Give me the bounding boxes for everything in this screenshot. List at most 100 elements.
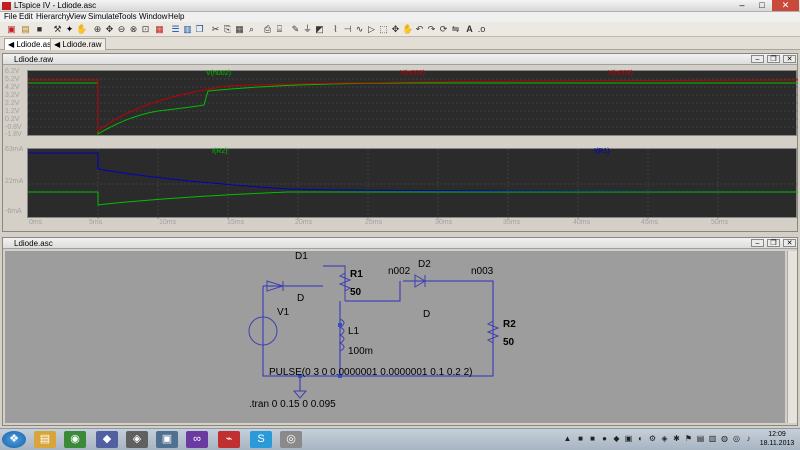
file-explorer-icon[interactable]: ▤	[34, 431, 56, 448]
app-icon[interactable]: ▣	[156, 431, 178, 448]
tray-app-icon[interactable]: ◈	[660, 434, 669, 443]
halt-icon[interactable]: ✋	[76, 24, 87, 35]
label-net-icon[interactable]: ◩	[314, 24, 325, 35]
l1-value[interactable]: 100m	[348, 346, 373, 357]
voltage-plot-pane[interactable]: V(n002) V(n003) V(n003)	[27, 70, 799, 136]
menu-view[interactable]: View	[69, 12, 86, 22]
tray-app-icon[interactable]: ◆	[612, 434, 621, 443]
open-folder-icon[interactable]: ▤	[20, 24, 31, 35]
tray-app-icon[interactable]: ⚙	[648, 434, 657, 443]
tran-directive[interactable]: .tran 0 0.15 0 0.095	[249, 399, 336, 410]
tray-app-icon[interactable]: ◎	[732, 434, 741, 443]
rotate-icon[interactable]: ⟳	[438, 24, 449, 35]
tray-app-icon[interactable]: ✱	[672, 434, 681, 443]
draw-wire-icon[interactable]: ✎	[290, 24, 301, 35]
skype-icon[interactable]: S	[250, 431, 272, 448]
menu-hierarchy[interactable]: Hierarchy	[36, 12, 70, 22]
tray-app-icon[interactable]: ◐	[636, 434, 645, 443]
menu-window[interactable]: Window	[139, 12, 167, 22]
net-label-n003[interactable]: n003	[471, 266, 493, 277]
trace-label-i-r1[interactable]: I(R1)	[594, 148, 610, 156]
capacitor-icon[interactable]: ⊣	[342, 24, 353, 35]
spice-directive-icon[interactable]: .o	[476, 24, 487, 35]
save-icon[interactable]: ■	[34, 24, 45, 35]
zoom-full-icon[interactable]: ⊡	[140, 24, 151, 35]
drag-icon[interactable]: ✋	[402, 24, 413, 35]
menu-edit[interactable]: Edit	[19, 12, 33, 22]
tray-app-icon[interactable]: ◍	[720, 434, 729, 443]
r2-value[interactable]: 50	[503, 337, 514, 348]
pulse-source-value[interactable]: PULSE(0 3 0 0.0000001 0.0000001 0.1 0.2 …	[269, 367, 473, 378]
zoom-in-icon[interactable]: ⊕	[92, 24, 103, 35]
trace-label-v-n002[interactable]: V(n002)	[206, 70, 231, 78]
control-panel-icon[interactable]: ⚒	[52, 24, 63, 35]
component-icon[interactable]: ⬚	[378, 24, 389, 35]
print-icon[interactable]: ⎙	[262, 24, 273, 35]
schematic-vertical-scrollbar[interactable]	[787, 251, 797, 423]
network-icon[interactable]: ▥	[708, 434, 717, 443]
current-plot-pane[interactable]: I(R2) I(R1)	[27, 148, 799, 219]
trace-label-i-r2[interactable]: I(R2)	[212, 148, 228, 156]
tile-vertical-icon[interactable]: ▥	[182, 24, 193, 35]
waveform-close-button[interactable]: ✕	[783, 55, 796, 63]
close-button[interactable]: ✕	[772, 0, 799, 11]
find-icon[interactable]: ⌕	[246, 24, 257, 35]
undo-icon[interactable]: ↶	[414, 24, 425, 35]
tray-app-icon[interactable]: ■	[588, 434, 597, 443]
zoom-out-icon[interactable]: ⊖	[116, 24, 127, 35]
pan-icon[interactable]: ✥	[104, 24, 115, 35]
net-label-n002[interactable]: n002	[388, 266, 410, 277]
tray-app-icon[interactable]: ●	[600, 434, 609, 443]
autorange-icon[interactable]: ▦	[154, 24, 165, 35]
tray-app-icon[interactable]: ■	[576, 434, 585, 443]
trace-label-v-n003-b[interactable]: V(n003)	[608, 70, 633, 78]
ground-icon[interactable]: ⏚	[302, 24, 313, 35]
diode-icon[interactable]: ▷	[366, 24, 377, 35]
new-schematic-icon[interactable]: ▣	[6, 24, 17, 35]
clock-date[interactable]: 18.11.2013	[758, 439, 796, 448]
minimize-button[interactable]: –	[732, 0, 752, 11]
volume-icon[interactable]: ♪	[744, 434, 753, 443]
menu-help[interactable]: Help	[168, 12, 184, 22]
visual-studio-icon[interactable]: ∞	[186, 431, 208, 448]
windows-start-icon[interactable]: ❖	[2, 431, 26, 448]
schematic-close-button[interactable]: ✕	[783, 239, 796, 247]
schematic-minimize-button[interactable]: –	[751, 239, 764, 247]
l1-label[interactable]: L1	[348, 326, 359, 337]
run-icon[interactable]: ✦	[64, 24, 75, 35]
text-icon[interactable]: A	[464, 24, 475, 35]
resistor-icon[interactable]: ⌇	[330, 24, 341, 35]
menu-simulate[interactable]: Simulate	[88, 12, 119, 22]
r1-label[interactable]: R1	[350, 269, 363, 280]
r1-value[interactable]: 50	[350, 287, 361, 298]
tray-app-icon[interactable]: ▤	[696, 434, 705, 443]
tray-up-arrow-icon[interactable]: ▲	[563, 434, 572, 443]
media-icon[interactable]: ◈	[126, 431, 148, 448]
move-icon[interactable]: ✥	[390, 24, 401, 35]
mirror-icon[interactable]: ⇋	[450, 24, 461, 35]
cascade-icon[interactable]: ❐	[194, 24, 205, 35]
app-icon[interactable]: ◆	[96, 431, 118, 448]
trace-label-v-n003[interactable]: V(n003)	[400, 70, 425, 78]
chrome-icon[interactable]: ◉	[64, 431, 86, 448]
print-preview-icon[interactable]: ⌸	[274, 24, 285, 35]
app-icon[interactable]: ◎	[280, 431, 302, 448]
redo-icon[interactable]: ↷	[426, 24, 437, 35]
v1-label[interactable]: V1	[277, 307, 289, 318]
waveform-minimize-button[interactable]: –	[751, 55, 764, 63]
inductor-icon[interactable]: ∿	[354, 24, 365, 35]
schematic-restore-button[interactable]: ❐	[767, 239, 780, 247]
tray-app-icon[interactable]: ▣	[624, 434, 633, 443]
tab-ldiode-raw[interactable]: ◀ Ldiode.raw	[50, 38, 106, 50]
zoom-fit-icon[interactable]: ⊗	[128, 24, 139, 35]
schematic-canvas[interactable]: D1 D R1 50 n002 D2 D n003 V1 L1 100m R2 …	[5, 251, 785, 423]
d1-model-label[interactable]: D	[297, 293, 304, 304]
copy-icon[interactable]: ⎘	[222, 24, 233, 35]
d2-label[interactable]: D2	[418, 259, 431, 270]
flag-icon[interactable]: ⚑	[684, 434, 693, 443]
d1-label[interactable]: D1	[295, 251, 308, 262]
clock-time[interactable]: 12:09	[764, 430, 790, 439]
r2-label[interactable]: R2	[503, 319, 516, 330]
tile-horizontal-icon[interactable]: ☰	[170, 24, 181, 35]
menu-tools[interactable]: Tools	[118, 12, 137, 22]
